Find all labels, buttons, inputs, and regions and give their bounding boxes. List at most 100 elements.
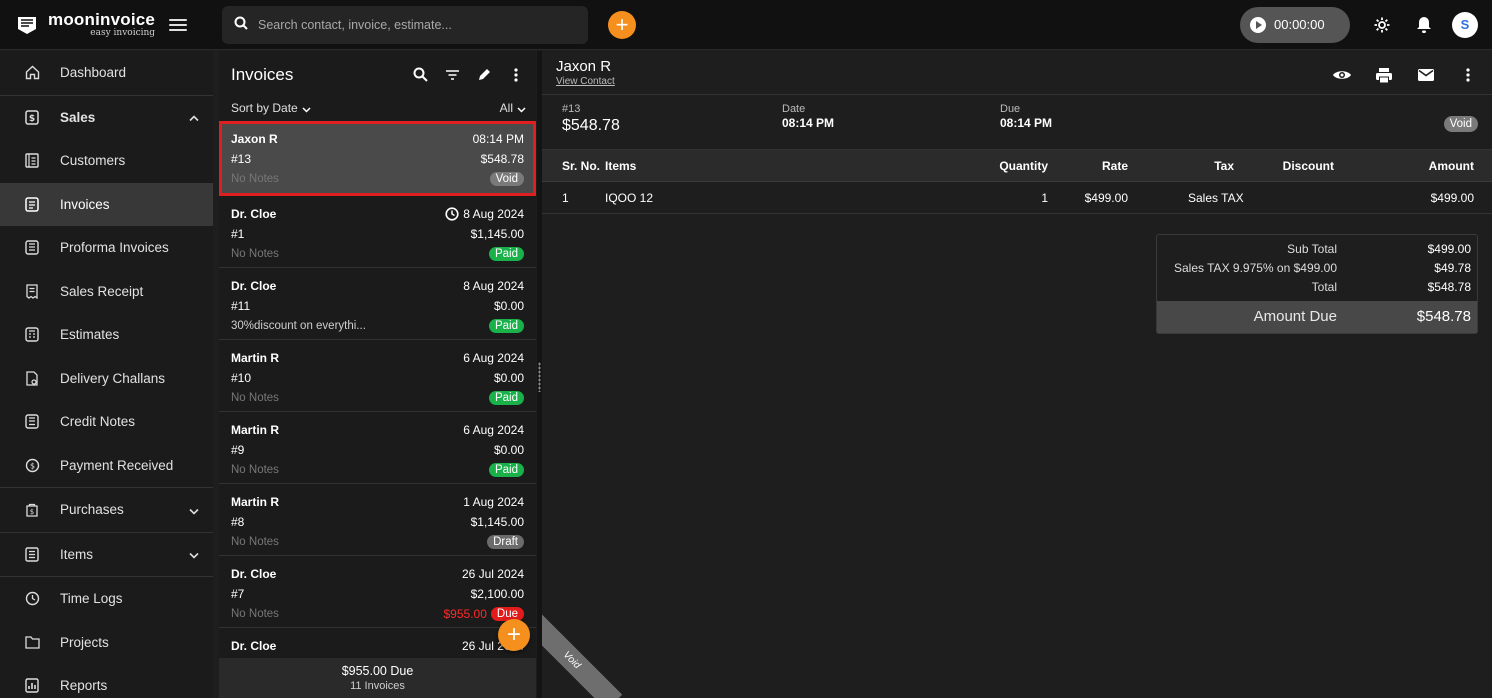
status-badge: Void [489, 172, 524, 186]
sidebar-item-proforma-invoices[interactable]: Proforma Invoices [0, 226, 213, 270]
view-contact-link[interactable]: View Contact [556, 76, 615, 87]
purchase-icon: $ [24, 502, 40, 518]
sidebar-item-sales[interactable]: $ Sales [0, 96, 213, 140]
chevron-down-icon [517, 102, 526, 116]
credit-note-icon [24, 414, 40, 430]
notification-bell-icon[interactable] [1414, 15, 1434, 35]
subtotal-value: $499.00 [1427, 242, 1471, 256]
tax-value: $49.78 [1434, 261, 1471, 275]
due-amount: $955.00 [443, 607, 487, 621]
top-bar: mooninvoice easy invoicing + 00:00:00 S [0, 0, 1492, 50]
quick-add-button[interactable]: + [608, 10, 636, 39]
preview-eye-icon[interactable] [1332, 65, 1352, 85]
sidebar: Dashboard $ Sales Customers Invoices Pro… [0, 51, 213, 698]
status-badge: Void [1443, 116, 1478, 132]
invoice-number: #13 [562, 103, 581, 115]
sidebar-item-items[interactable]: Items [0, 533, 213, 577]
table-row[interactable]: 1 IQOO 12 1 $499.00 Sales TAX $499.00 [542, 182, 1492, 214]
totals-box: Sub Total $499.00 Sales TAX 9.975% on $4… [1156, 234, 1478, 334]
sort-dropdown[interactable]: Sort by Date [231, 101, 311, 116]
invoice-row[interactable]: Martin R1 Aug 2024 #8 $1,145.00 No Notes D… [219, 484, 536, 556]
settings-gear-icon[interactable] [1372, 15, 1392, 35]
invoice-row[interactable]: Martin R6 Aug 2024 #10 $0.00 No Notes Paid [219, 340, 536, 412]
timer-button[interactable]: 00:00:00 [1240, 6, 1350, 43]
invoice-list: Jaxon R 08:14 PM #13 $548.78 No Notes Void … [219, 121, 536, 656]
svg-text:$: $ [29, 461, 34, 470]
svg-text:$: $ [29, 114, 35, 124]
amount-due-value: $548.78 [1416, 308, 1471, 325]
invoice-list-panel: Invoices Sort by Date All Jaxon R 08:14 P… [219, 51, 536, 698]
status-badge: Paid [488, 391, 524, 405]
edit-pencil-icon[interactable] [476, 67, 492, 83]
sidebar-item-projects[interactable]: Projects [0, 621, 213, 665]
chevron-down-icon[interactable] [189, 547, 199, 562]
invoice-meta: #13 $548.78 Date 08:14 PM Due 08:14 PM V… [542, 95, 1492, 150]
payment-icon: $ [24, 457, 40, 473]
play-icon [1250, 16, 1266, 33]
chevron-up-icon[interactable] [189, 110, 199, 125]
print-icon[interactable] [1374, 65, 1394, 85]
search-input[interactable] [258, 17, 558, 32]
menu-toggle-icon[interactable] [169, 16, 188, 34]
invoice-row[interactable]: Jaxon R 08:14 PM #13 $548.78 No Notes Void [219, 121, 536, 196]
sidebar-item-credit-notes[interactable]: Credit Notes [0, 400, 213, 444]
sidebar-item-delivery-challans[interactable]: Delivery Challans [0, 357, 213, 401]
list-summary-footer: $955.00 Due 11 Invoices [219, 658, 536, 698]
invoice-row[interactable]: Martin R6 Aug 2024 #9 $0.00 No Notes Paid [219, 412, 536, 484]
proforma-icon [24, 240, 40, 256]
invoice-row[interactable]: Dr. Cloe 8 Aug 2024 #11 $0.00 30%discount … [219, 268, 536, 340]
sidebar-item-purchases[interactable]: $ Purchases [0, 488, 213, 532]
search-icon[interactable] [412, 67, 428, 83]
more-vertical-icon[interactable] [508, 67, 524, 83]
filter-icon[interactable] [444, 67, 460, 83]
status-badge: Draft [487, 535, 524, 549]
sidebar-item-estimates[interactable]: Estimates [0, 313, 213, 357]
clock-icon [24, 591, 40, 607]
add-invoice-button[interactable]: + [498, 619, 530, 651]
receipt-icon [24, 283, 40, 299]
list-title: Invoices [231, 64, 294, 84]
sidebar-item-sales-receipt[interactable]: Sales Receipt [0, 270, 213, 314]
customers-icon [24, 153, 40, 169]
sidebar-item-time-logs[interactable]: Time Logs [0, 577, 213, 621]
brand-name: mooninvoice [48, 10, 156, 29]
email-icon[interactable] [1416, 65, 1436, 85]
invoice-row[interactable]: Dr. Cloe 8 Aug 2024 #1 $1,145.00 No Notes P… [219, 196, 536, 268]
mooninvoice-logo-icon [16, 14, 38, 36]
search-icon [234, 16, 248, 33]
user-avatar[interactable]: S [1452, 11, 1478, 38]
more-vertical-icon[interactable] [1458, 65, 1478, 85]
chevron-down-icon [302, 102, 311, 116]
estimate-icon [24, 327, 40, 343]
items-table-header: Sr. No. Items Quantity Rate Tax Discount… [542, 150, 1492, 182]
sales-icon: $ [24, 109, 40, 125]
invoice-due-date: 08:14 PM [1000, 116, 1053, 130]
sidebar-item-customers[interactable]: Customers [0, 139, 213, 183]
status-badge: Paid [488, 463, 524, 477]
home-icon [24, 65, 40, 81]
sidebar-item-dashboard[interactable]: Dashboard [0, 51, 213, 95]
status-badge: Paid [488, 247, 524, 261]
timer-value: 00:00:00 [1274, 17, 1325, 32]
amount-due-bar: Amount Due $548.78 [1157, 301, 1477, 333]
detail-customer-name: Jaxon R [556, 58, 612, 75]
invoice-detail-panel: Jaxon R View Contact #13 $548.78 Date 08… [542, 51, 1492, 698]
invoice-count: 11 Invoices [350, 680, 405, 692]
status-filter-dropdown[interactable]: All [500, 101, 526, 116]
sidebar-item-payment-received[interactable]: $ Payment Received [0, 444, 213, 488]
svg-text:$: $ [30, 508, 34, 516]
brand[interactable]: mooninvoice easy invoicing [0, 0, 218, 50]
resize-handle[interactable] [538, 362, 541, 392]
total-due: $955.00 Due [341, 664, 414, 678]
app-root: mooninvoice easy invoicing + 00:00:00 S [0, 0, 1492, 698]
global-search[interactable] [222, 5, 588, 44]
brand-tagline: easy invoicing [90, 28, 156, 38]
sidebar-item-invoices[interactable]: Invoices [0, 182, 213, 226]
void-ribbon: Void [542, 609, 623, 698]
items-icon [24, 546, 40, 562]
delivery-icon [24, 370, 40, 386]
sidebar-item-reports[interactable]: Reports [0, 664, 213, 698]
invoice-row[interactable]: Dr. Cloe 26 Jul 2024 [219, 628, 536, 656]
invoice-row[interactable]: Dr. Cloe 26 Jul 2024 #7 $2,100.00 No Notes… [219, 556, 536, 628]
chevron-down-icon[interactable] [189, 502, 199, 517]
